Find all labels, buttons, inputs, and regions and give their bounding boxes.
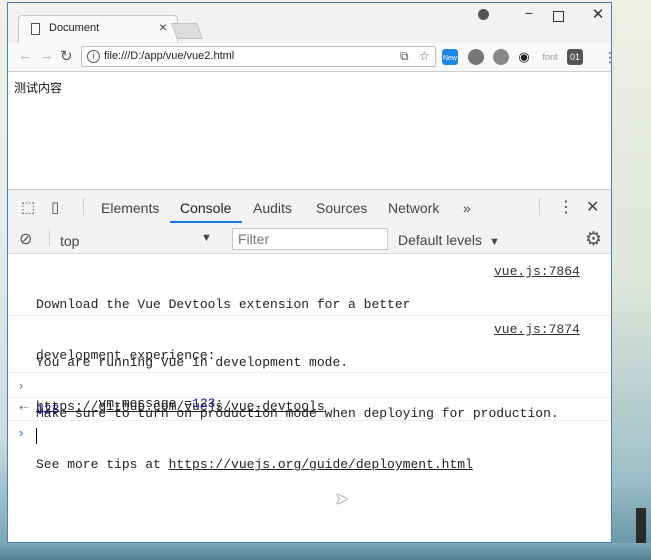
page-text: 测试内容 xyxy=(14,81,63,95)
source-link-7864[interactable]: vue.js:7864 xyxy=(494,264,580,279)
prompt-arrow-icon: › xyxy=(19,425,24,440)
separator xyxy=(49,229,50,246)
mouse-cursor-icon: ➤ xyxy=(335,491,349,508)
console-result: 123 xyxy=(36,402,60,417)
context-dropdown-icon[interactable]: ▼ xyxy=(201,232,212,244)
inspect-element-icon[interactable]: ⬚ xyxy=(21,198,37,216)
console-filter-input[interactable] xyxy=(232,228,388,250)
command-value: 123 xyxy=(192,396,216,411)
browser-window: Document × − ✕ ← → ↻ i file:///D:/app/vu… xyxy=(7,2,612,543)
console-text: See more tips at xyxy=(36,457,169,472)
message-divider xyxy=(8,315,611,316)
reload-icon[interactable]: ↻ xyxy=(60,47,73,65)
tab-close-button[interactable]: × xyxy=(159,19,167,35)
console-text: You are running Vue in development mode. xyxy=(36,355,349,370)
page-content: 测试内容 xyxy=(8,72,611,187)
console-input-line: vm.message =123; xyxy=(36,378,223,429)
info-icon[interactable]: i xyxy=(87,50,100,63)
tab-sources[interactable]: Sources xyxy=(316,200,367,216)
tab-title: Document xyxy=(49,22,100,34)
devtools-menu-icon[interactable]: ⋮ xyxy=(558,197,574,217)
console-text: Download the Vue Devtools extension for … xyxy=(36,297,411,312)
input-arrow-icon: › xyxy=(19,378,24,393)
console-prompt-input[interactable] xyxy=(36,428,37,444)
extension-shield-icon[interactable] xyxy=(493,49,509,65)
command-text: vm.message = xyxy=(98,396,193,411)
browser-tab[interactable]: Document × xyxy=(18,15,178,43)
minimize-button[interactable]: − xyxy=(518,5,540,25)
profile-icon[interactable] xyxy=(478,9,489,20)
clear-console-icon[interactable]: ⊘ xyxy=(19,229,35,248)
devtools-panel: ⬚ ▯ Elements Console Audits Sources Netw… xyxy=(8,189,611,542)
extension-01-icon[interactable]: 01 xyxy=(567,49,583,65)
url-text: file:///D:/app/vue/vue2.html xyxy=(104,50,235,62)
tab-network[interactable]: Network xyxy=(388,200,439,216)
tab-elements[interactable]: Elements xyxy=(101,200,159,216)
more-tabs-button[interactable]: » xyxy=(463,200,471,216)
window-close-button[interactable]: ✕ xyxy=(588,5,608,25)
new-tab-button[interactable] xyxy=(171,23,203,39)
extension-eye-icon[interactable]: ◉ xyxy=(516,49,532,65)
browser-menu-icon[interactable]: ⋮ xyxy=(603,49,611,66)
levels-dropdown-icon: ▼ xyxy=(485,236,500,248)
deployment-link[interactable]: https://vuejs.org/guide/deployment.html xyxy=(169,457,473,472)
devtools-close-icon[interactable]: ✕ xyxy=(586,197,599,217)
extension-new-badge: New xyxy=(442,55,457,62)
result-arrow-icon: ⇠ xyxy=(19,402,29,414)
console-settings-icon[interactable]: ⚙ xyxy=(585,228,602,251)
source-link-7874[interactable]: vue.js:7874 xyxy=(494,322,580,337)
extension-font-icon[interactable]: font xyxy=(538,49,562,65)
extension-feather-icon[interactable] xyxy=(468,49,484,65)
separator xyxy=(83,198,84,215)
desktop-wallpaper-edge xyxy=(612,0,651,560)
address-bar[interactable]: i file:///D:/app/vue/vue2.html ⧉ ☆ xyxy=(81,46,436,67)
separator xyxy=(539,198,540,215)
device-toolbar-icon[interactable]: ▯ xyxy=(51,198,67,216)
tab-console[interactable]: Console xyxy=(180,200,231,216)
console-output: Download the Vue Devtools extension for … xyxy=(8,254,611,542)
maximize-button[interactable] xyxy=(553,11,564,22)
wallpaper-sea xyxy=(0,543,651,560)
message-divider xyxy=(8,420,611,421)
title-bar: Document × − ✕ xyxy=(8,3,611,43)
devtools-tab-bar: ⬚ ▯ Elements Console Audits Sources Netw… xyxy=(8,190,611,224)
tab-audits[interactable]: Audits xyxy=(253,200,292,216)
message-divider xyxy=(8,372,611,373)
command-suffix: ; xyxy=(215,396,224,411)
document-icon xyxy=(31,23,40,35)
extension-new-icon[interactable]: New xyxy=(442,49,458,65)
bookmark-star-icon[interactable]: ☆ xyxy=(419,49,430,63)
context-select[interactable]: top xyxy=(60,233,79,249)
translate-icon[interactable]: ⧉ xyxy=(400,49,409,64)
default-levels-label: Default levels xyxy=(398,232,483,248)
default-levels-dropdown[interactable]: Default levels ▼ xyxy=(398,232,500,248)
forward-arrow-icon[interactable]: → xyxy=(39,47,54,64)
message-divider xyxy=(8,397,611,398)
back-arrow-icon[interactable]: ← xyxy=(18,47,33,64)
console-filter-bar: ⊘ top ▼ Default levels ▼ ⚙ xyxy=(8,223,611,254)
